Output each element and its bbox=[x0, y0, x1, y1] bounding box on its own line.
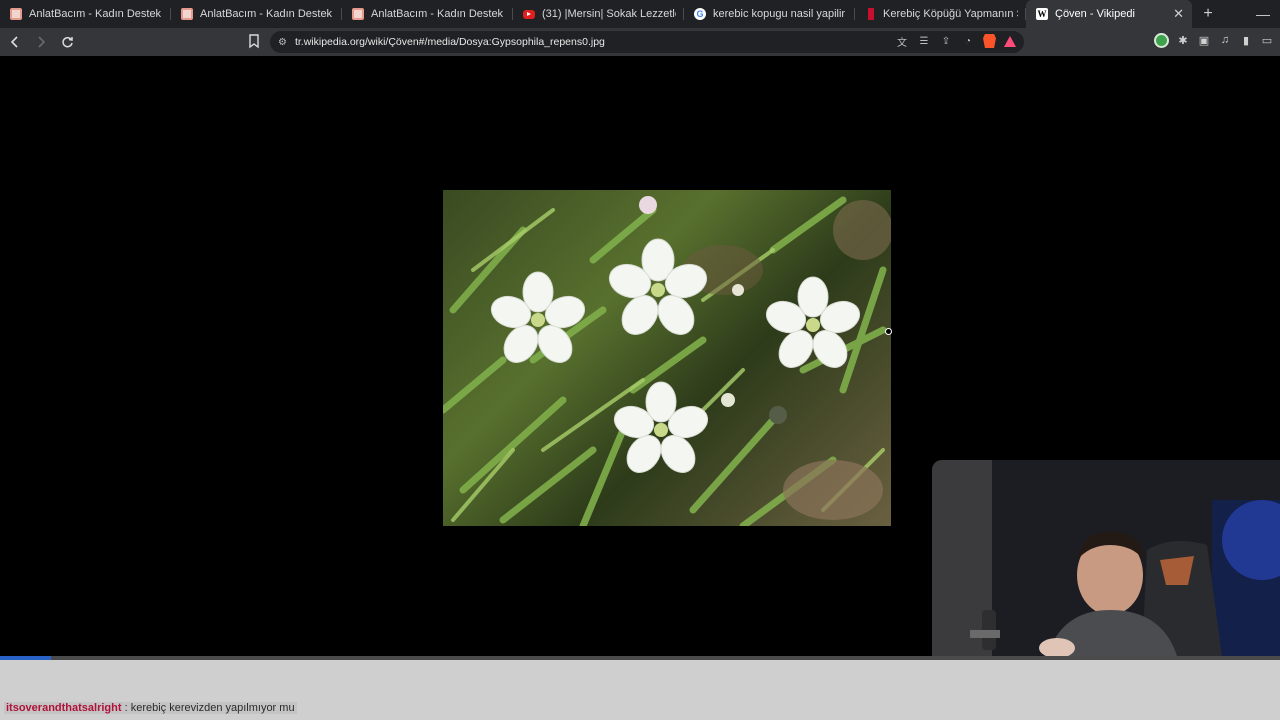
tab-title: Kerebiç Köpüğü Yapmanın Sırları: Adı bbox=[883, 8, 1018, 20]
arrow-right-icon bbox=[38, 36, 46, 48]
forward-button[interactable] bbox=[30, 31, 52, 53]
url-text[interactable]: tr.wikipedia.org/wiki/Çöven#/media/Dosya… bbox=[295, 36, 605, 48]
share-icon[interactable]: ⇪ bbox=[939, 34, 953, 48]
browser-tab-6[interactable]: Kerebiç Köpüğü Yapmanın Sırları: Adı bbox=[855, 0, 1026, 28]
rss-icon[interactable]: ◔ bbox=[961, 34, 975, 48]
youtube-icon bbox=[523, 9, 535, 19]
chat-message: itsoverandthatsalright : kerebiç kereviz… bbox=[4, 702, 297, 714]
tab-strip: AnlatBacım - Kadın Destek Platformu Anla… bbox=[0, 0, 1280, 28]
wikipedia-icon: W bbox=[1036, 8, 1048, 20]
browser-tab-4[interactable]: (31) |Mersin| Sokak Lezzetleri! - YouT bbox=[513, 0, 684, 28]
bookmark-icon bbox=[249, 34, 259, 49]
tab-title: kerebic kopugu nasil yapilir - Google bbox=[713, 8, 847, 20]
reader-mode-icon[interactable]: ☰ bbox=[917, 34, 931, 48]
chat-username: itsoverandthatsalright bbox=[6, 702, 122, 714]
translate-icon[interactable]: 文 bbox=[895, 34, 909, 49]
tab-title: AnlatBacım - Kadın Destek Platformu bbox=[200, 8, 334, 20]
stream-chat-area: itsoverandthatsalright : kerebiç kereviz… bbox=[0, 660, 1280, 720]
flower-illustration bbox=[443, 196, 891, 526]
anlatbacim-icon bbox=[10, 8, 22, 20]
red-bookmark-icon bbox=[868, 8, 874, 20]
minimize-window-button[interactable]: — bbox=[1256, 6, 1270, 22]
anlatbacim-icon bbox=[352, 8, 364, 20]
browser-tab-5[interactable]: G kerebic kopugu nasil yapilir - Google bbox=[684, 0, 855, 28]
tab-search-icon[interactable]: ▭ bbox=[1260, 32, 1274, 48]
browser-tab-1[interactable]: AnlatBacım - Kadın Destek Platformu bbox=[0, 0, 171, 28]
close-tab-icon[interactable]: ✕ bbox=[1173, 6, 1184, 22]
sidebar-icon[interactable]: ▮ bbox=[1239, 32, 1253, 48]
brave-rewards-icon[interactable] bbox=[1004, 35, 1016, 47]
reload-button[interactable] bbox=[56, 31, 78, 53]
wallet-icon[interactable]: ▣ bbox=[1197, 32, 1211, 48]
anlatbacim-icon bbox=[181, 8, 193, 20]
address-bar[interactable]: ⚙ tr.wikipedia.org/wiki/Çöven#/media/Dos… bbox=[270, 31, 1024, 53]
google-icon: G bbox=[694, 8, 706, 20]
arrow-left-icon bbox=[10, 36, 18, 48]
tab-title: AnlatBacım - Kadın Destek Platformu bbox=[371, 8, 505, 20]
gypsophila-photo[interactable] bbox=[443, 190, 891, 526]
toolbar-right-icons: ✱ ▣ ♫ ▮ ▭ bbox=[1154, 32, 1274, 48]
address-bar-icons: 文 ☰ ⇪ ◔ bbox=[895, 34, 1016, 49]
media-controls-icon[interactable]: ♫ bbox=[1218, 32, 1232, 48]
back-button[interactable] bbox=[4, 31, 26, 53]
tab-title: (31) |Mersin| Sokak Lezzetleri! - YouT bbox=[542, 8, 676, 20]
brave-shields-icon[interactable] bbox=[983, 34, 996, 48]
bookmark-button[interactable] bbox=[246, 32, 262, 50]
site-info-icon[interactable]: ⚙ bbox=[278, 37, 287, 48]
extensions-puzzle-icon[interactable]: ✱ bbox=[1176, 32, 1190, 48]
new-tab-button[interactable]: + bbox=[1194, 5, 1222, 23]
extension-icon[interactable] bbox=[1154, 32, 1169, 48]
browser-tab-active[interactable]: W Çöven - Vikipedi ✕ bbox=[1026, 0, 1192, 28]
browser-tab-3[interactable]: AnlatBacım - Kadın Destek Platformu bbox=[342, 0, 513, 28]
mouse-cursor bbox=[885, 328, 892, 335]
streamer-camera-feed bbox=[932, 460, 1280, 656]
chat-separator: : bbox=[124, 702, 128, 714]
webcam-overlay bbox=[932, 460, 1280, 656]
chat-text: kerebiç kerevizden yapılmıyor mu bbox=[130, 702, 295, 714]
browser-toolbar: ⚙ tr.wikipedia.org/wiki/Çöven#/media/Dos… bbox=[0, 28, 1280, 56]
tab-title: AnlatBacım - Kadın Destek Platformu bbox=[29, 8, 163, 20]
tab-title: Çöven - Vikipedi bbox=[1055, 8, 1135, 20]
browser-tab-2[interactable]: AnlatBacım - Kadın Destek Platformu bbox=[171, 0, 342, 28]
reload-icon bbox=[61, 36, 73, 47]
